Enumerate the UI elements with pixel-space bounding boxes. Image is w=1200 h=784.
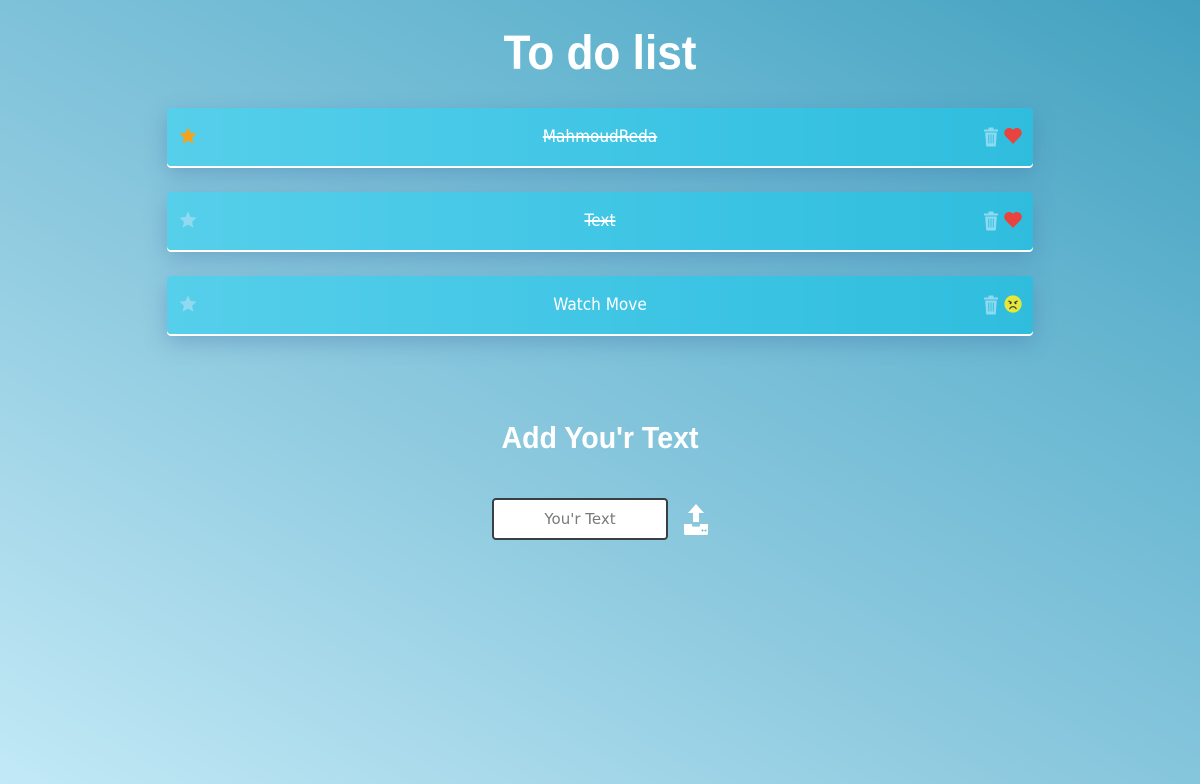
star-icon[interactable]: [178, 294, 198, 314]
trash-icon[interactable]: [983, 211, 999, 231]
trash-icon[interactable]: [983, 295, 999, 315]
task-item[interactable]: Text: [167, 192, 1033, 250]
task-list: MahmoudReda Text Watch Move: [167, 108, 1033, 360]
task-text[interactable]: Watch Move: [210, 295, 989, 315]
heart-icon[interactable]: [1004, 127, 1022, 145]
add-section-title: Add You'r Text: [501, 420, 699, 455]
trash-icon[interactable]: [983, 127, 999, 147]
add-task-form: [492, 498, 722, 542]
star-icon[interactable]: [178, 210, 198, 230]
sad-face-icon[interactable]: [1004, 295, 1022, 313]
task-item[interactable]: MahmoudReda: [167, 108, 1033, 166]
page-title: To do list: [503, 27, 697, 80]
task-item[interactable]: Watch Move: [167, 276, 1033, 334]
task-text[interactable]: Text: [210, 211, 989, 231]
upload-icon[interactable]: [683, 503, 709, 535]
star-icon[interactable]: [178, 126, 198, 146]
task-text[interactable]: MahmoudReda: [210, 127, 989, 147]
heart-icon[interactable]: [1004, 211, 1022, 229]
task-text-input[interactable]: [492, 498, 668, 540]
